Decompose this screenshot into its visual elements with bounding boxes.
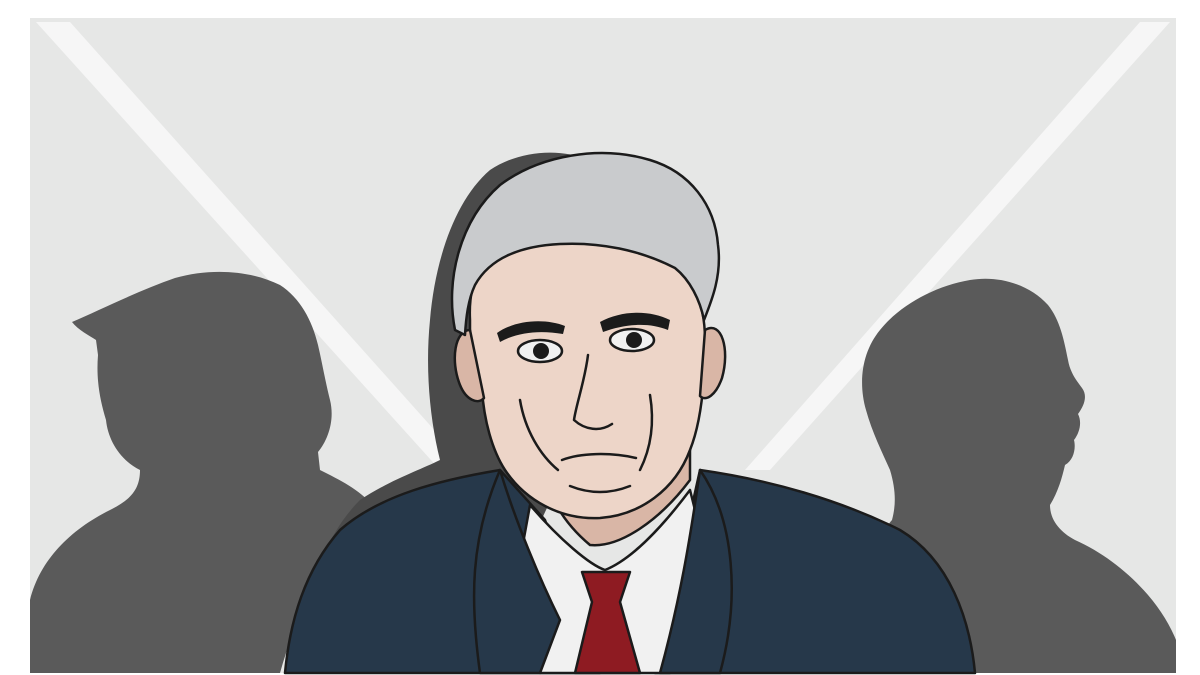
left-iris <box>533 343 549 359</box>
illustration <box>0 0 1200 675</box>
illustration-canvas <box>0 0 1200 675</box>
right-iris <box>626 332 642 348</box>
